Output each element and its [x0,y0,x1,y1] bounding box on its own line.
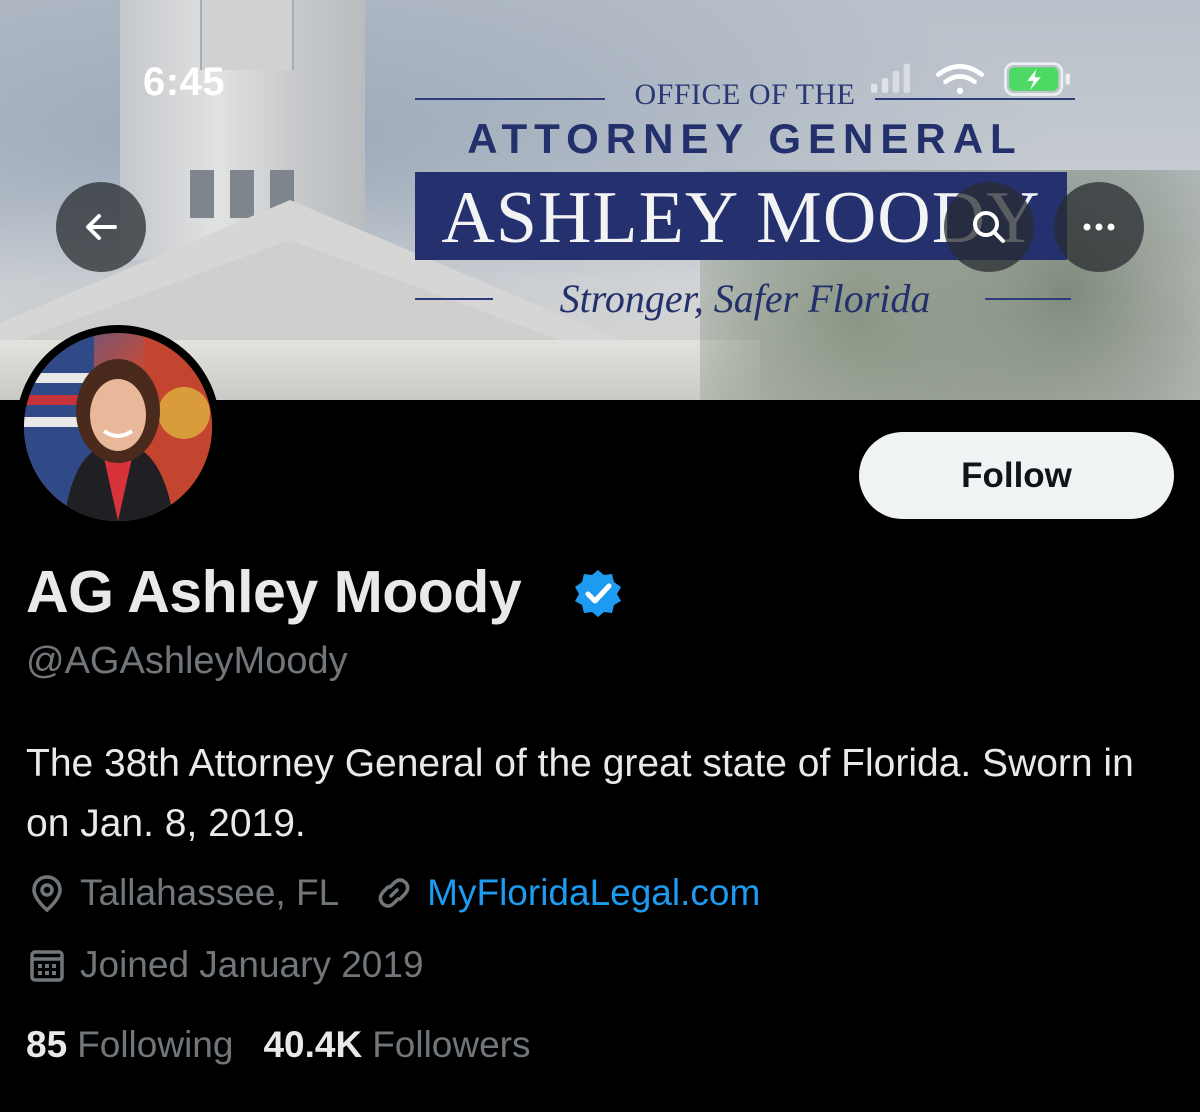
profile-handle: @AGAshleyMoody [26,640,348,682]
avatar[interactable] [16,325,220,529]
profile-joined-date: Joined January 2019 [80,944,424,985]
followers-label: Followers [372,1024,531,1065]
follow-counts: 85 Following 40.4K Followers [26,1024,531,1066]
avatar-photo [24,333,212,521]
follow-button[interactable]: Follow [859,432,1174,519]
profile-location: Tallahassee, FL [80,872,340,913]
status-icons [870,62,1070,96]
location-pin-icon [32,875,62,913]
link-icon [378,878,410,908]
calendar-icon [30,950,64,982]
logo-tagline-text: Stronger, Safer Florida [559,276,931,321]
battery-icon [1004,62,1070,96]
more-button[interactable] [1054,182,1144,272]
search-button[interactable] [944,182,1034,272]
profile-meta-row: Tallahassee, FL MyFloridaLegal.com [26,868,760,918]
following-label: Following [77,1024,234,1065]
profile-bio: The 38th Attorney General of the great s… [26,742,1134,845]
back-button[interactable] [56,182,146,272]
search-icon [973,211,1005,243]
followers-link[interactable]: 40.4K Followers [263,1024,530,1066]
following-count: 85 [26,1024,68,1065]
verified-badge-icon [575,570,621,617]
following-link[interactable]: 85 Following [26,1024,233,1066]
display-name: AG Ashley Moody [26,559,522,625]
status-time: 6:45 [143,60,226,104]
more-horizontal-icon [1083,223,1115,231]
signal-icon [870,63,910,93]
logo-title-text: ATTORNEY GENERAL [467,115,1023,162]
avatar-portrait [24,333,212,521]
arrow-left-icon [86,214,117,240]
profile-website-link[interactable]: MyFloridaLegal.com [427,872,760,914]
wifi-icon [935,64,985,95]
profile-joined-row: Joined January 2019 [26,940,424,990]
followers-count: 40.4K [263,1024,363,1065]
